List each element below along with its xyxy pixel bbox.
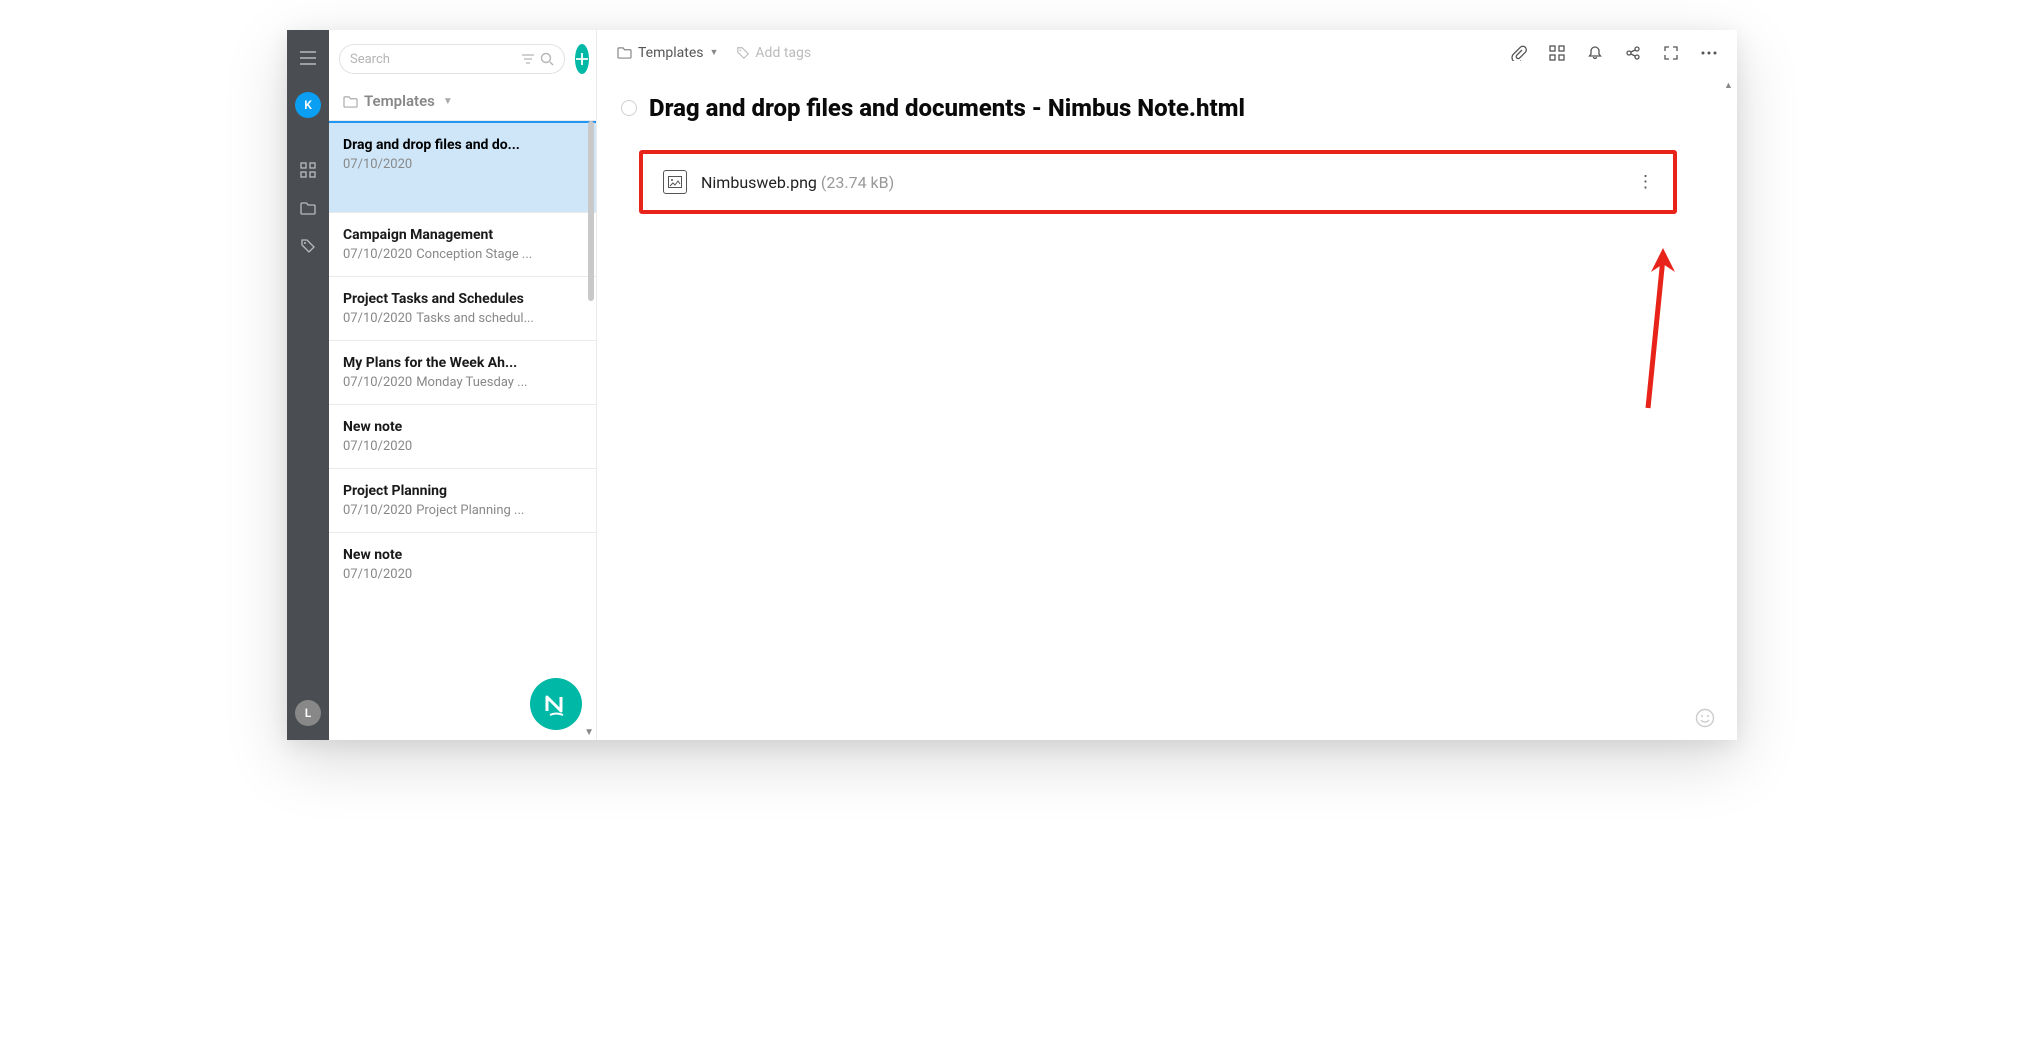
note-title: My Plans for the Week Ah... [343, 355, 582, 371]
attachment-box[interactable]: Nimbusweb.png (23.74 kB) ⋮ [639, 150, 1677, 214]
note-editor-main: Templates ▼ Add tags [597, 30, 1737, 740]
filter-icon[interactable] [522, 54, 534, 64]
note-title: Project Tasks and Schedules [343, 291, 582, 307]
list-scrollbar[interactable] [588, 121, 594, 301]
search-box[interactable] [339, 44, 565, 74]
note-list-item[interactable]: New note 07/10/2020 [329, 405, 596, 469]
note-meta: 07/10/2020 [343, 439, 582, 454]
menu-icon[interactable] [298, 48, 318, 68]
note-meta: 07/10/2020 [343, 157, 582, 172]
app-window: K L [287, 30, 1737, 740]
note-title: Campaign Management [343, 227, 582, 243]
chevron-down-icon: ▼ [443, 96, 453, 107]
breadcrumb-label: Templates [638, 45, 704, 61]
note-title-heading[interactable]: Drag and drop files and documents - Nimb… [649, 94, 1245, 122]
attachment-name: Nimbusweb.png (23.74 kB) [701, 173, 894, 192]
chevron-down-icon[interactable]: ▼ [584, 727, 594, 738]
add-tags-label: Add tags [755, 45, 811, 61]
note-list-item[interactable]: Project Planning 07/10/2020Project Plann… [329, 469, 596, 533]
folder-icon[interactable] [298, 198, 318, 218]
editor-content: Drag and drop files and documents - Nimb… [597, 76, 1737, 740]
note-title: New note [343, 547, 582, 563]
note-meta: 07/10/2020Monday Tuesday ... [343, 375, 582, 390]
note-list-panel: Templates ▼ Drag and drop files and do..… [329, 30, 597, 740]
folder-icon [343, 95, 358, 108]
search-icon[interactable] [540, 52, 554, 66]
note-list-item[interactable]: Drag and drop files and do... 07/10/2020 [329, 121, 596, 213]
editor-breadcrumb[interactable]: Templates ▼ [617, 45, 718, 61]
app-logo-icon[interactable] [530, 678, 582, 730]
attach-icon[interactable] [1511, 45, 1527, 61]
bell-icon[interactable] [1587, 45, 1603, 61]
note-list: Drag and drop files and do... 07/10/2020… [329, 121, 596, 740]
attachment-size: (23.74 kB) [821, 173, 894, 192]
share-icon[interactable] [1625, 45, 1641, 61]
folder-icon [617, 46, 632, 59]
image-file-icon [663, 170, 687, 194]
annotation-arrow-icon [1623, 248, 1683, 418]
new-note-button[interactable] [575, 44, 589, 74]
list-header [329, 30, 596, 84]
emoji-icon[interactable] [1695, 708, 1715, 728]
note-title: Drag and drop files and do... [343, 137, 582, 153]
more-icon[interactable] [1701, 51, 1717, 55]
note-title: Project Planning [343, 483, 582, 499]
note-meta: 07/10/2020Tasks and schedul... [343, 311, 582, 326]
title-marker-icon[interactable] [621, 100, 637, 116]
search-input[interactable] [350, 52, 516, 67]
editor-toolbar: Templates ▼ Add tags [597, 30, 1737, 76]
account-avatar-bottom[interactable]: L [295, 700, 321, 726]
note-list-item[interactable]: Project Tasks and Schedules 07/10/2020Ta… [329, 277, 596, 341]
title-row: Drag and drop files and documents - Nimb… [621, 94, 1695, 122]
add-tags-button[interactable]: Add tags [736, 45, 811, 61]
note-title: New note [343, 419, 582, 435]
dashboard-icon[interactable] [298, 160, 318, 180]
nav-rail: K L [287, 30, 329, 740]
note-list-item[interactable]: New note 07/10/2020 [329, 533, 596, 596]
chevron-up-icon: ▲ [1724, 80, 1733, 91]
main-scrollbar[interactable]: ▲ [1725, 80, 1733, 730]
list-breadcrumb[interactable]: Templates ▼ [329, 84, 596, 121]
attachment-more-icon[interactable]: ⋮ [1637, 172, 1653, 192]
note-meta: 07/10/2020Conception Stage ... [343, 247, 582, 262]
grid-icon[interactable] [1549, 45, 1565, 61]
breadcrumb-label: Templates [364, 92, 435, 110]
note-list-item[interactable]: My Plans for the Week Ah... 07/10/2020Mo… [329, 341, 596, 405]
expand-icon[interactable] [1663, 45, 1679, 61]
user-avatar[interactable]: K [295, 92, 321, 118]
tag-icon[interactable] [298, 236, 318, 256]
note-meta: 07/10/2020 [343, 567, 582, 582]
note-meta: 07/10/2020Project Planning ... [343, 503, 582, 518]
note-list-item[interactable]: Campaign Management 07/10/2020Conception… [329, 213, 596, 277]
chevron-down-icon: ▼ [710, 47, 719, 58]
toolbar-right [1511, 45, 1717, 61]
